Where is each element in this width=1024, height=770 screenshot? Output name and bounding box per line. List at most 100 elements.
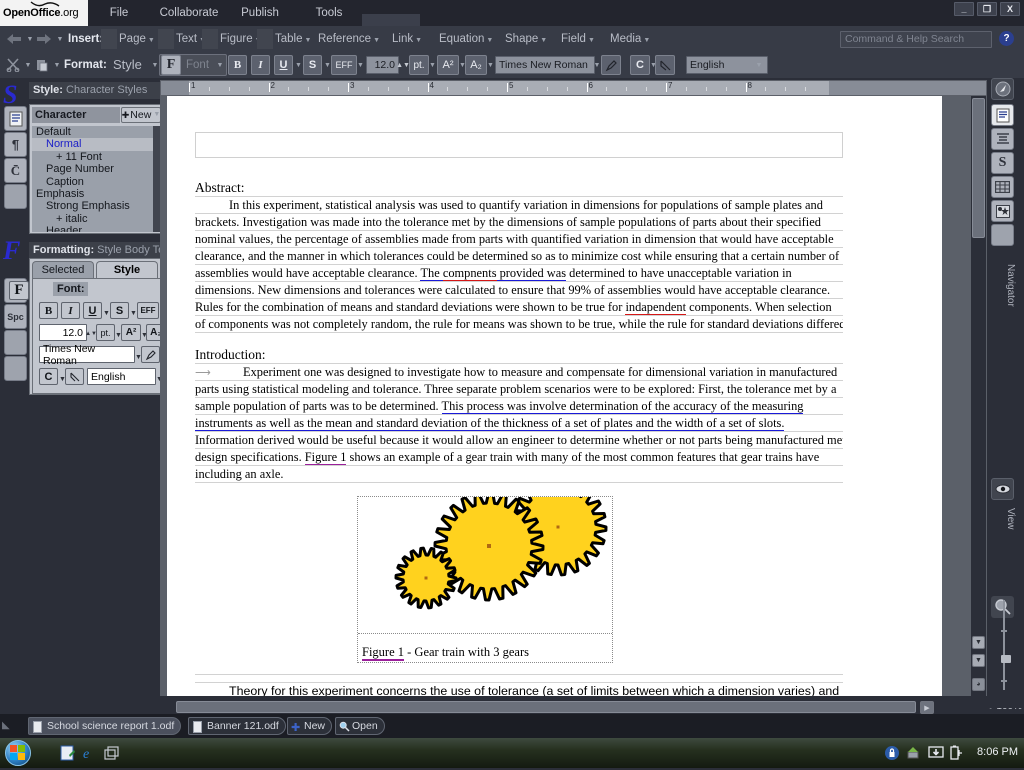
- underline-button[interactable]: U: [274, 55, 293, 75]
- vertical-scrollbar[interactable]: ▼ ▼ ◕: [971, 96, 986, 696]
- paste-dropdown-caret-icon[interactable]: ▼: [52, 56, 61, 74]
- image-icon[interactable]: [991, 200, 1014, 222]
- panel-superscript-button[interactable]: A²: [121, 324, 141, 341]
- panel-font-family-select[interactable]: Times New Roman: [39, 343, 135, 367]
- document-line[interactable]: brackets. Investigation was made into th…: [195, 214, 843, 231]
- panel-language-select[interactable]: English: [87, 368, 156, 385]
- document-icon[interactable]: [4, 106, 27, 131]
- style-s-icon[interactable]: S: [991, 152, 1014, 174]
- style-list-item[interactable]: + italic: [32, 213, 163, 225]
- language-caret-icon[interactable]: ▼: [754, 56, 763, 74]
- blank-style-button[interactable]: [4, 184, 27, 209]
- scroll-select-button[interactable]: ◕: [972, 678, 985, 691]
- show-desktop-icon[interactable]: [104, 745, 120, 761]
- effects-caret-icon[interactable]: ▼: [356, 56, 364, 74]
- document-page[interactable]: Abstract: In this experiment, statistica…: [167, 96, 942, 696]
- document-line[interactable]: parts using statistical modeling and tol…: [195, 381, 843, 398]
- eye-icon[interactable]: [991, 478, 1014, 500]
- insert-page-button[interactable]: Page ▼: [119, 26, 155, 52]
- panel-unit-caret-icon[interactable]: ▼: [114, 326, 122, 344]
- table-icon[interactable]: [257, 29, 273, 49]
- format-style-button[interactable]: Style: [113, 52, 142, 78]
- system-clock[interactable]: 8:06 PM: [977, 746, 1018, 758]
- font-button[interactable]: F: [161, 55, 181, 75]
- subscript-button[interactable]: A₂: [465, 55, 487, 75]
- text-icon[interactable]: [158, 29, 174, 49]
- document-line[interactable]: sample population of parts was to be det…: [195, 398, 843, 415]
- table-icon[interactable]: [991, 176, 1014, 198]
- font-color-button[interactable]: C: [630, 55, 650, 75]
- doc-tab-0[interactable]: School science report 1.odf: [28, 717, 182, 735]
- document-line[interactable]: In this experiment, statistical analysis…: [195, 197, 843, 214]
- style-list-item[interactable]: Strong Emphasis: [32, 200, 163, 212]
- bold-button[interactable]: B: [228, 55, 247, 75]
- insert-shape-button[interactable]: Shape ▼: [505, 26, 547, 52]
- minimize-button[interactable]: _: [954, 2, 974, 16]
- document-line[interactable]: Information derived would be useful beca…: [195, 432, 843, 449]
- superscript-caret-icon[interactable]: ▼: [458, 56, 466, 74]
- character-style-icon[interactable]: C̄: [4, 158, 27, 183]
- document-line[interactable]: dimensions. New dimensions and tolerance…: [195, 282, 843, 299]
- blank-sidebar-button[interactable]: [991, 224, 1014, 246]
- paragraph-mark-icon[interactable]: ¶: [4, 132, 27, 157]
- style-dropdown-caret-icon[interactable]: ▼: [150, 56, 159, 74]
- panel-strikethrough-button[interactable]: S: [110, 302, 129, 319]
- font-dropdown-caret-icon[interactable]: ▼: [215, 56, 224, 74]
- effects-button[interactable]: EFF: [331, 55, 357, 75]
- spacing-icon[interactable]: Spc: [4, 304, 27, 329]
- horizontal-ruler[interactable]: 1 2 3 4 5 6 7 8: [160, 80, 987, 96]
- forward-dropdown-caret-icon[interactable]: ▼: [55, 30, 64, 48]
- document-icon[interactable]: [991, 104, 1014, 126]
- insert-equation-button[interactable]: Equation ▼: [439, 26, 493, 52]
- panel-font-button[interactable]: F: [9, 281, 29, 300]
- download-icon[interactable]: [928, 745, 944, 761]
- document-line[interactable]: assemblies would have acceptable clearan…: [195, 265, 843, 282]
- paragraph-align-icon[interactable]: [991, 128, 1014, 150]
- font-size-stepper[interactable]: ▲▼: [396, 56, 410, 74]
- zoom-slider-handle[interactable]: [1001, 655, 1011, 663]
- subscript-caret-icon[interactable]: ▼: [486, 56, 494, 74]
- insert-figure-button[interactable]: Figure▼: [220, 26, 262, 52]
- style-list-item[interactable]: Header: [32, 225, 163, 232]
- panel-color-caret-icon[interactable]: ▼: [58, 370, 66, 388]
- panel-size-stepper[interactable]: ▲▼: [85, 325, 97, 343]
- search-input[interactable]: Command & Help Search: [840, 31, 992, 48]
- vertical-scroll-thumb[interactable]: [972, 98, 985, 238]
- scroll-right-button[interactable]: ▶: [920, 701, 934, 714]
- panel-bold-button[interactable]: B: [39, 302, 58, 319]
- unit-caret-icon[interactable]: ▼: [428, 56, 436, 74]
- font-size-unit[interactable]: pt.: [409, 55, 429, 75]
- document-line[interactable]: of components was not completely random,…: [195, 316, 843, 333]
- strikethrough-button[interactable]: S: [303, 55, 322, 75]
- italic-button[interactable]: I: [251, 55, 270, 75]
- font-family-select[interactable]: Times New Roman: [495, 56, 595, 74]
- windows-start-orb[interactable]: [5, 740, 31, 766]
- menu-tools[interactable]: Tools: [300, 0, 358, 26]
- cut-dropdown-caret-icon[interactable]: ▼: [23, 56, 32, 74]
- open-document-button[interactable]: Open: [335, 717, 385, 735]
- active-window-tab[interactable]: [362, 14, 420, 26]
- menu-collaborate[interactable]: Collaborate: [150, 0, 228, 26]
- editor-icon[interactable]: [60, 745, 76, 761]
- document-line[interactable]: clearance, and the manner in which toler…: [195, 248, 843, 265]
- insert-link-button[interactable]: Link ▼: [392, 26, 422, 52]
- back-arrow-icon[interactable]: [4, 30, 24, 48]
- scroll-down-page-button[interactable]: ▼: [972, 654, 985, 667]
- insert-reference-button[interactable]: Reference ▼: [318, 26, 380, 52]
- font-name-placeholder[interactable]: Font: [186, 52, 209, 78]
- highlight-pen-icon[interactable]: [601, 55, 621, 75]
- panel-highlight-pen-icon[interactable]: [141, 346, 160, 363]
- horizontal-scrollbar[interactable]: ▶: [160, 700, 987, 714]
- help-icon[interactable]: ?: [999, 31, 1014, 46]
- character-styles-list[interactable]: Default Normal + 11 Font Page Number Caption…: [32, 126, 163, 232]
- font-size-input[interactable]: 12.0: [366, 56, 399, 74]
- menu-publish[interactable]: Publish: [232, 0, 288, 26]
- document-line[interactable]: Rules for the combination of means and s…: [195, 299, 843, 316]
- document-line[interactable]: nominal values, the percentage of assemb…: [195, 231, 843, 248]
- document-line[interactable]: ⟶ Experiment one was designed to investig…: [195, 364, 843, 381]
- panel-color-dropper-icon[interactable]: [65, 368, 84, 385]
- panel-italic-button[interactable]: I: [61, 302, 80, 319]
- font-family-caret-icon[interactable]: ▼: [592, 56, 601, 74]
- maximize-button[interactable]: ❐: [977, 2, 997, 16]
- new-document-button[interactable]: ✚ New: [287, 717, 333, 735]
